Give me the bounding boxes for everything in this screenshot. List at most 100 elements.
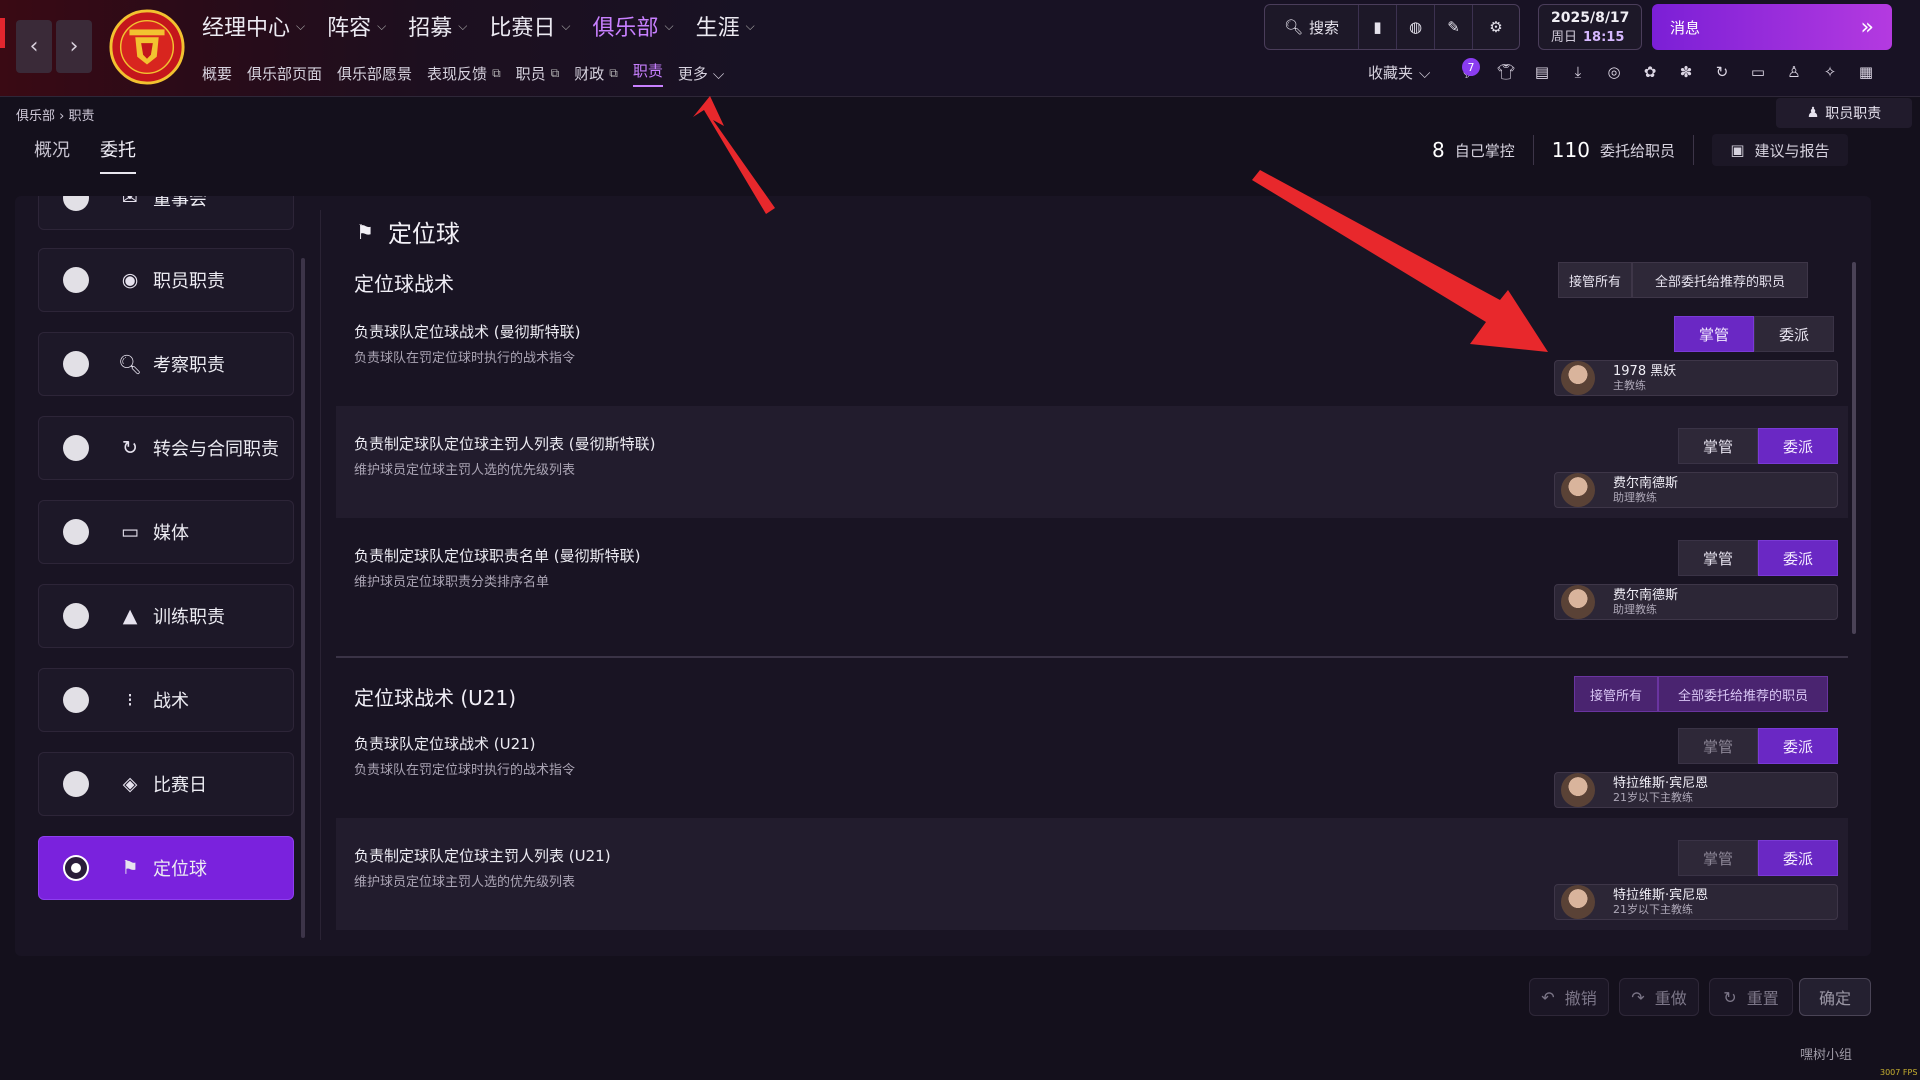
confirm-button[interactable]: 确定: [1799, 978, 1871, 1016]
sidebar-item-transfers[interactable]: ↻ 转会与合同职责: [38, 416, 294, 480]
radio-button[interactable]: [63, 771, 89, 797]
nav-career[interactable]: 生涯 ⌵: [696, 10, 755, 42]
delegate-button[interactable]: 委派: [1758, 728, 1838, 764]
fps-counter: 3007 FPS: [1880, 1068, 1918, 1077]
assigned-staff[interactable]: 费尔南德斯 助理教练: [1554, 472, 1838, 508]
reset-button[interactable]: ↻ 重置: [1709, 978, 1793, 1016]
ball-icon[interactable]: ◎: [1602, 60, 1626, 84]
group-icon[interactable]: ✽: [1674, 60, 1698, 84]
redo-label: 重做: [1654, 989, 1687, 1008]
subnav-staff[interactable]: 职员 ⧉: [516, 60, 560, 87]
control-button[interactable]: 掌管: [1678, 428, 1758, 464]
sidebar-item-set-pieces[interactable]: ⚑ 定位球: [38, 836, 294, 900]
advice-report-button[interactable]: ▣ 建议与报告: [1711, 134, 1848, 166]
delegate-button[interactable]: 委派: [1754, 316, 1834, 352]
staff-name: 费尔南德斯: [1613, 476, 1679, 491]
undo-icon: ↶: [1541, 987, 1555, 1007]
top-bar: ‹ › 经理中心 ⌵ 阵容 ⌵ 招募 ⌵ 比赛日 ⌵ 俱乐部 ⌵ 生涯 ⌵ 概要 俱乐部页面…: [0, 0, 1920, 97]
sidebar-item-label: 比赛日: [153, 775, 207, 796]
staff-icon[interactable]: ♙: [1782, 60, 1806, 84]
delegate-button[interactable]: 委派: [1758, 840, 1838, 876]
chevron-down-icon: ⌵: [561, 18, 571, 33]
assigned-staff[interactable]: 1978 黑妖 主教练: [1554, 360, 1838, 396]
date-display[interactable]: 2025/8/17 周日 18:15: [1538, 4, 1642, 50]
sidebar-item-board[interactable]: ✉ 董事会: [38, 196, 294, 230]
weekday-text: 周日: [1551, 30, 1578, 45]
control-button[interactable]: 掌管: [1678, 840, 1758, 876]
double-chevron-right-icon: »: [1860, 14, 1874, 40]
subnav-responsibilities[interactable]: 职责: [632, 60, 663, 87]
bookmark-button[interactable]: ▮: [1359, 5, 1397, 49]
settings-button[interactable]: ⚙: [1473, 5, 1519, 49]
subnav-overview[interactable]: 概要: [202, 60, 232, 87]
nav-manager-center[interactable]: 经理中心 ⌵: [202, 10, 305, 42]
row-description: 维护球员定位球主罚人选的优先级列表: [354, 875, 576, 890]
radio-button[interactable]: [63, 687, 89, 713]
corner-flag-icon: ⚑: [356, 219, 374, 244]
subnav-club-vision[interactable]: 俱乐部愿景: [337, 60, 412, 87]
scout-icon[interactable]: ✧: [1818, 60, 1842, 84]
breadcrumb-club[interactable]: 俱乐部: [16, 109, 55, 124]
assigned-staff[interactable]: 特拉维斯·宾尼恩 21岁以下主教练: [1554, 772, 1838, 808]
radio-button-selected[interactable]: [65, 857, 87, 879]
radio-button[interactable]: [63, 435, 89, 461]
sidebar-scrollbar[interactable]: [301, 258, 305, 938]
subnav-more[interactable]: 更多 ⌵: [678, 60, 724, 87]
redo-button[interactable]: ↷ 重做: [1619, 978, 1699, 1016]
sidebar-item-tactics[interactable]: ⁝ 战术: [38, 668, 294, 732]
sidebar-item-staff-duties[interactable]: ◉ 职员职责: [38, 248, 294, 312]
radio-button[interactable]: [63, 196, 89, 211]
delegate-button[interactable]: 委派: [1758, 540, 1838, 576]
delegate-all-button[interactable]: 全部委托给推荐的职员: [1632, 262, 1808, 298]
notification-badge: 7: [1462, 58, 1480, 76]
forward-button[interactable]: ›: [56, 20, 92, 73]
undo-button[interactable]: ↶ 撤销: [1529, 978, 1609, 1016]
nav-matchday[interactable]: 比赛日 ⌵: [489, 10, 570, 42]
report-icon[interactable]: ▤: [1530, 60, 1554, 84]
radio-button[interactable]: [63, 519, 89, 545]
mode-toggle: 掌管 委派: [1678, 428, 1838, 464]
edit-button[interactable]: ✎: [1435, 5, 1473, 49]
subnav-club-page[interactable]: 俱乐部页面: [247, 60, 322, 87]
paw-icon[interactable]: ✿: [1638, 60, 1662, 84]
content-scrollbar[interactable]: [1852, 262, 1856, 634]
calendar-icon[interactable]: ▦: [1854, 60, 1878, 84]
delegate-button[interactable]: 委派: [1758, 428, 1838, 464]
sidebar-item-scouting[interactable]: 🔍︎ 考察职责: [38, 332, 294, 396]
assigned-staff[interactable]: 费尔南德斯 助理教练: [1554, 584, 1838, 620]
control-button[interactable]: 掌管: [1678, 540, 1758, 576]
search-button[interactable]: 🔍︎ 搜索: [1265, 5, 1359, 49]
assigned-staff[interactable]: 特拉维斯·宾尼恩 21岁以下主教练: [1554, 884, 1838, 920]
control-button[interactable]: 掌管: [1678, 728, 1758, 764]
sidebar-item-training[interactable]: ▲ 训练职责: [38, 584, 294, 648]
radio-button[interactable]: [63, 603, 89, 629]
download-icon[interactable]: ⤓: [1566, 60, 1590, 84]
nav-club[interactable]: 俱乐部 ⌵: [593, 10, 674, 42]
favorites-dropdown[interactable]: 收藏夹 ⌵: [1368, 62, 1430, 83]
responsibility-row: 负责制定球队定位球职责名单 (曼彻斯特联) 维护球员定位球职责分类排序名单 掌管…: [336, 518, 1848, 630]
brain-button[interactable]: ◍: [1397, 5, 1435, 49]
radio-button[interactable]: [63, 267, 89, 293]
subnav-feedback[interactable]: 表现反馈 ⧉: [427, 60, 501, 87]
control-button[interactable]: 掌管: [1674, 316, 1754, 352]
cone-icon: ▲: [122, 605, 138, 627]
nav-recruitment[interactable]: 招募 ⌵: [408, 10, 467, 42]
document-icon[interactable]: ▭: [1746, 60, 1770, 84]
staff-duty-label: 职员职责: [1825, 106, 1882, 122]
tab-overview[interactable]: 概况: [34, 136, 70, 174]
radio-button[interactable]: [63, 351, 89, 377]
subnav-finances[interactable]: 财政 ⧉: [574, 60, 618, 87]
sidebar-item-media[interactable]: ▭ 媒体: [38, 500, 294, 564]
staff-duty-button[interactable]: ♟ 职员职责: [1776, 98, 1912, 128]
take-all-button[interactable]: 接管所有: [1558, 262, 1632, 298]
sidebar-item-matchday[interactable]: ◈ 比赛日: [38, 752, 294, 816]
messages-button[interactable]: 消息 »: [1652, 4, 1892, 50]
sidebar-item-label: 转会与合同职责: [153, 439, 279, 460]
tab-delegation[interactable]: 委托: [100, 136, 136, 174]
back-button[interactable]: ‹: [16, 20, 52, 73]
club-crest-icon[interactable]: [108, 8, 186, 86]
shirt-icon[interactable]: 👕︎: [1494, 60, 1518, 84]
sync-icon[interactable]: ↻: [1710, 60, 1734, 84]
nav-squad[interactable]: 阵容 ⌵: [327, 10, 386, 42]
row-title: 负责球队定位球战术 (曼彻斯特联): [354, 323, 581, 341]
